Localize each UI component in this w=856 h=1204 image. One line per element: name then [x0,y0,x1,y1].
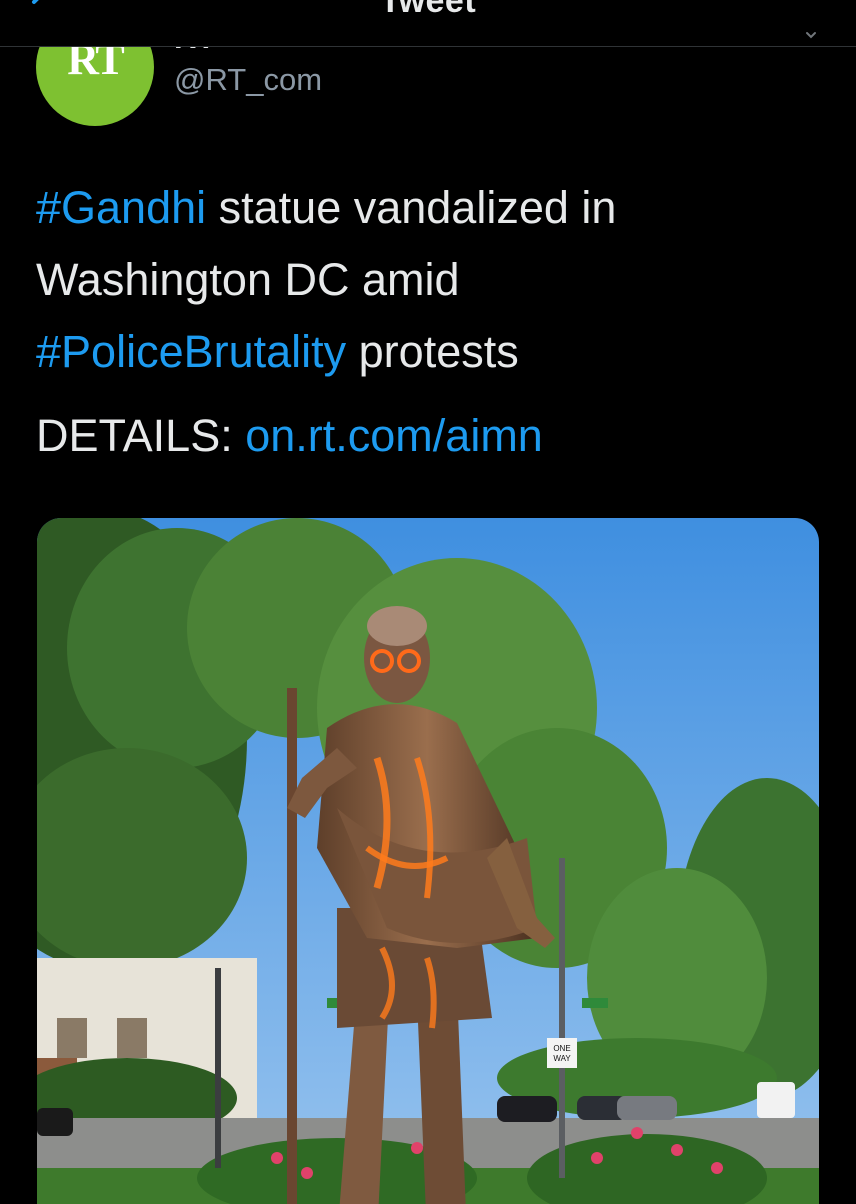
page-title: Tweet [379,0,477,20]
tweet-line-3: #PoliceBrutality protests [36,316,826,388]
details-line: DETAILS: on.rt.com/aimn [36,404,543,468]
details-label: DETAILS: [36,410,246,461]
tweet-photo[interactable]: ONE WAY [37,518,819,1204]
author-handle[interactable]: @RT_com [174,62,322,98]
chevron-down-icon[interactable] [804,28,818,42]
tweet-text-segment: statue vandalized in [206,182,617,233]
top-nav-bar: Tweet [0,0,856,47]
one-way-sign-bottom: WAY [553,1054,571,1063]
statue-photo-illustration: ONE WAY [37,518,819,1204]
hashtag-policebrutality[interactable]: #PoliceBrutality [36,326,346,377]
tweet-text: #Gandhi statue vandalized in Washington … [36,172,826,388]
one-way-sign-top: ONE [553,1044,570,1053]
tweet-detail-screen: Tweet RT RT @RT_com #Gandhi statue vanda… [0,0,856,1204]
details-link[interactable]: on.rt.com/aimn [245,410,543,461]
tweet-line-2: Washington DC amid [36,254,460,305]
hashtag-gandhi[interactable]: #Gandhi [36,182,206,233]
tweet-line-1: #Gandhi statue vandalized in [36,172,826,244]
tweet-text-segment: protests [346,326,519,377]
